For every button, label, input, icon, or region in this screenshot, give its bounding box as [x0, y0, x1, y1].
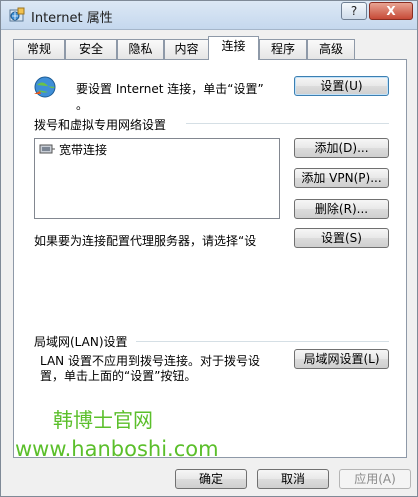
watermark-title: 韩博士官网 — [53, 408, 153, 432]
tab-connections[interactable]: 连接 — [208, 36, 259, 60]
help-button[interactable]: ? — [341, 2, 367, 20]
dialup-section-title: 拨号和虚拟专用网络设置 — [34, 118, 167, 132]
cancel-button[interactable]: 取消 — [257, 469, 329, 489]
proxy-text: 如果要为连接配置代理服务器，请选择“设 — [34, 234, 257, 248]
internet-connection-icon — [34, 76, 56, 98]
tab-privacy[interactable]: 隐私 — [117, 39, 164, 59]
dialup-divider — [186, 123, 389, 124]
connections-panel: 要设置 Internet 连接，单击“设置” 。 设置(U) 拨号和虚拟专用网络… — [13, 59, 407, 458]
setup-button[interactable]: 设置(U) — [294, 76, 389, 96]
lan-text-cont: 置，单击上面的“设置”按钮。 — [40, 369, 197, 383]
internet-properties-window: Internet 属性 ? X 常规 安全 隐私 内容 连接 程序 高级 要设置… — [0, 0, 418, 497]
lan-settings-button[interactable]: 局域网设置(L) — [294, 349, 389, 369]
tab-security[interactable]: 安全 — [65, 39, 117, 59]
add-vpn-button[interactable]: 添加 VPN(P)... — [294, 168, 389, 188]
setup-text-cont: 。 — [76, 98, 89, 112]
apply-button[interactable]: 应用(A) — [339, 469, 411, 489]
title-bar[interactable]: Internet 属性 ? X — [1, 1, 417, 30]
watermark-url: www.hanboshi.com — [15, 437, 219, 461]
tab-programs[interactable]: 程序 — [259, 39, 307, 59]
tab-general[interactable]: 常规 — [13, 39, 65, 59]
connection-name: 宽带连接 — [59, 143, 108, 157]
tab-content[interactable]: 内容 — [164, 39, 209, 59]
close-button[interactable]: X — [369, 2, 413, 20]
ok-button[interactable]: 确定 — [175, 469, 247, 489]
window-title: Internet 属性 — [31, 11, 113, 26]
broadband-icon — [39, 144, 55, 154]
delete-button[interactable]: 删除(R)... — [294, 199, 389, 219]
lan-divider — [136, 341, 389, 342]
lan-section-title: 局域网(LAN)设置 — [34, 335, 128, 349]
tab-advanced[interactable]: 高级 — [307, 39, 355, 59]
setup-text: 要设置 Internet 连接，单击“设置” — [76, 82, 264, 96]
connections-list[interactable]: 宽带连接 — [34, 138, 280, 219]
dialup-settings-button[interactable]: 设置(S) — [294, 228, 389, 248]
add-button[interactable]: 添加(D)... — [294, 138, 389, 158]
internet-options-icon — [9, 7, 25, 22]
